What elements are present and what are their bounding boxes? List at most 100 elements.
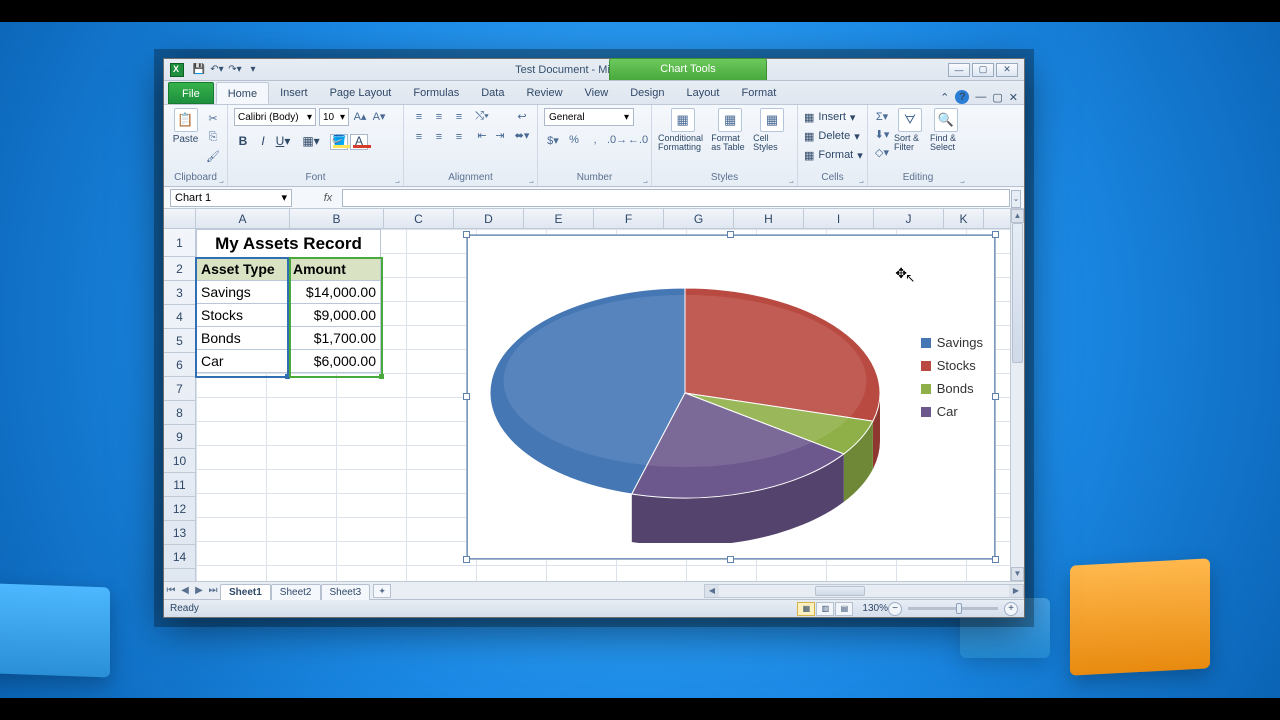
customize-qat[interactable]: ▾ xyxy=(244,62,262,78)
row-header[interactable]: 8 xyxy=(164,401,195,425)
increase-indent-icon[interactable]: ⇥ xyxy=(492,127,508,143)
zoom-slider[interactable] xyxy=(908,607,998,610)
bold-button[interactable]: B xyxy=(234,134,252,150)
font-color-button[interactable]: A xyxy=(350,134,368,150)
cells-format-button[interactable]: ▦ Format▾ xyxy=(804,146,863,164)
scroll-left-button[interactable]: ◀ xyxy=(705,585,719,597)
expand-formula-bar-icon[interactable]: ⌄ xyxy=(1011,190,1021,208)
decrease-font-icon[interactable]: A▾ xyxy=(371,108,387,124)
column-header[interactable]: D xyxy=(454,209,524,228)
minimize-button[interactable]: — xyxy=(948,63,970,77)
number-format-select[interactable]: General▾ xyxy=(544,108,634,126)
page-break-view-button[interactable]: ▤ xyxy=(835,602,853,616)
help-icon[interactable]: ? xyxy=(955,90,969,104)
alignment-buttons[interactable]: ≡≡≡≡≡≡ xyxy=(410,108,468,146)
merge-center-icon[interactable]: ⬌▾ xyxy=(514,127,530,143)
cell-styles-button[interactable]: ▦ Cell Styles xyxy=(753,108,791,152)
legend-item[interactable]: Car xyxy=(921,404,983,419)
save-button[interactable]: 💾 xyxy=(190,62,208,78)
select-all-corner[interactable] xyxy=(164,209,196,229)
cells-insert-button[interactable]: ▦ Insert▾ xyxy=(804,108,855,126)
fill-color-button[interactable]: 🪣 xyxy=(330,134,348,150)
tab-nav-first-icon[interactable]: ⏮ xyxy=(164,585,178,596)
tab-nav-prev-icon[interactable]: ◀ xyxy=(178,585,192,596)
column-header[interactable]: E xyxy=(524,209,594,228)
worksheet-area[interactable]: ABCDEFGHIJK 1234567891011121314 My Asset… xyxy=(164,209,1024,581)
row-header[interactable]: 2 xyxy=(164,257,195,281)
zoom-level[interactable]: 130% xyxy=(862,603,888,614)
underline-button[interactable]: U▾ xyxy=(274,134,292,150)
increase-font-icon[interactable]: A▴ xyxy=(352,108,368,124)
tab-layout[interactable]: Layout xyxy=(675,82,730,104)
minimize-ribbon-icon[interactable]: ⌃ xyxy=(940,91,949,104)
font-name-select[interactable]: Calibri (Body)▾ xyxy=(234,108,316,126)
scroll-right-button[interactable]: ▶ xyxy=(1009,585,1023,597)
scroll-thumb[interactable] xyxy=(815,586,865,596)
clear-icon[interactable]: ◇▾ xyxy=(874,144,890,160)
maximize-button[interactable]: ▢ xyxy=(972,63,994,77)
tab-format[interactable]: Format xyxy=(730,82,787,104)
cut-icon[interactable]: ✂ xyxy=(205,110,221,126)
fill-icon[interactable]: ⬇▾ xyxy=(874,126,890,142)
row-header[interactable]: 13 xyxy=(164,521,195,545)
page-layout-view-button[interactable]: ▥ xyxy=(816,602,834,616)
tab-home[interactable]: Home xyxy=(216,82,269,104)
scroll-up-button[interactable]: ▲ xyxy=(1011,209,1024,223)
column-header[interactable]: C xyxy=(384,209,454,228)
italic-button[interactable]: I xyxy=(254,134,272,150)
tab-nav-next-icon[interactable]: ▶ xyxy=(192,585,206,596)
tab-insert[interactable]: Insert xyxy=(269,82,319,104)
percent-format-icon[interactable]: % xyxy=(565,134,583,147)
row-header[interactable]: 11 xyxy=(164,473,195,497)
scroll-thumb[interactable] xyxy=(1012,223,1023,363)
comma-format-icon[interactable]: , xyxy=(586,134,604,147)
decrease-decimal-icon[interactable]: ←.0 xyxy=(628,134,646,147)
row-header[interactable]: 12 xyxy=(164,497,195,521)
tab-data[interactable]: Data xyxy=(470,82,515,104)
new-sheet-button[interactable]: ✦ xyxy=(373,584,391,598)
redo-button[interactable]: ↷▾ xyxy=(226,62,244,78)
close-button[interactable]: ✕ xyxy=(996,63,1018,77)
legend-item[interactable]: Savings xyxy=(921,335,983,350)
border-button[interactable]: ▦▾ xyxy=(302,134,320,150)
chart-legend[interactable]: Savings Stocks Bonds Car xyxy=(921,335,983,427)
column-header[interactable]: B xyxy=(290,209,384,228)
zoom-in-button[interactable]: + xyxy=(1004,602,1018,616)
formula-input[interactable]: ⌄ xyxy=(342,189,1010,207)
row-header[interactable]: 14 xyxy=(164,545,195,569)
copy-icon[interactable]: ⎘ xyxy=(205,129,221,145)
doc-minimize-icon[interactable]: — xyxy=(975,91,986,103)
scroll-down-button[interactable]: ▼ xyxy=(1011,567,1024,581)
increase-decimal-icon[interactable]: .0→ xyxy=(607,134,625,147)
sort-filter-button[interactable]: ᗊ Sort & Filter xyxy=(894,108,926,152)
horizontal-scrollbar[interactable]: ◀ ▶ xyxy=(704,584,1024,598)
column-headers[interactable]: ABCDEFGHIJK xyxy=(196,209,1010,229)
wrap-text-icon[interactable]: ↩ xyxy=(514,108,530,124)
tab-formulas[interactable]: Formulas xyxy=(402,82,470,104)
legend-item[interactable]: Bonds xyxy=(921,381,983,396)
font-size-select[interactable]: 10▾ xyxy=(319,108,349,126)
legend-item[interactable]: Stocks xyxy=(921,358,983,373)
pie-chart[interactable] xyxy=(482,253,887,543)
doc-restore-icon[interactable]: ▢ xyxy=(992,91,1002,104)
column-header[interactable]: G xyxy=(664,209,734,228)
row-header[interactable]: 5 xyxy=(164,329,195,353)
tab-review[interactable]: Review xyxy=(515,82,573,104)
doc-close-icon[interactable]: ✕ xyxy=(1009,91,1018,104)
row-header[interactable]: 3 xyxy=(164,281,195,305)
column-header[interactable]: F xyxy=(594,209,664,228)
sheet-tab[interactable]: Sheet3 xyxy=(321,584,371,600)
column-header[interactable]: K xyxy=(944,209,984,228)
undo-button[interactable]: ↶▾ xyxy=(208,62,226,78)
paste-button[interactable]: 📋 Paste xyxy=(170,108,201,145)
row-header[interactable]: 10 xyxy=(164,449,195,473)
tab-page-layout[interactable]: Page Layout xyxy=(319,82,403,104)
find-select-button[interactable]: 🔍 Find & Select xyxy=(930,108,962,152)
autosum-icon[interactable]: Σ▾ xyxy=(874,108,890,124)
tab-file[interactable]: File xyxy=(168,82,214,104)
name-box[interactable]: Chart 1▾ xyxy=(170,189,292,207)
column-header[interactable]: I xyxy=(804,209,874,228)
column-header[interactable]: J xyxy=(874,209,944,228)
row-header[interactable]: 7 xyxy=(164,377,195,401)
cells-delete-button[interactable]: ▦ Delete▾ xyxy=(804,127,860,145)
